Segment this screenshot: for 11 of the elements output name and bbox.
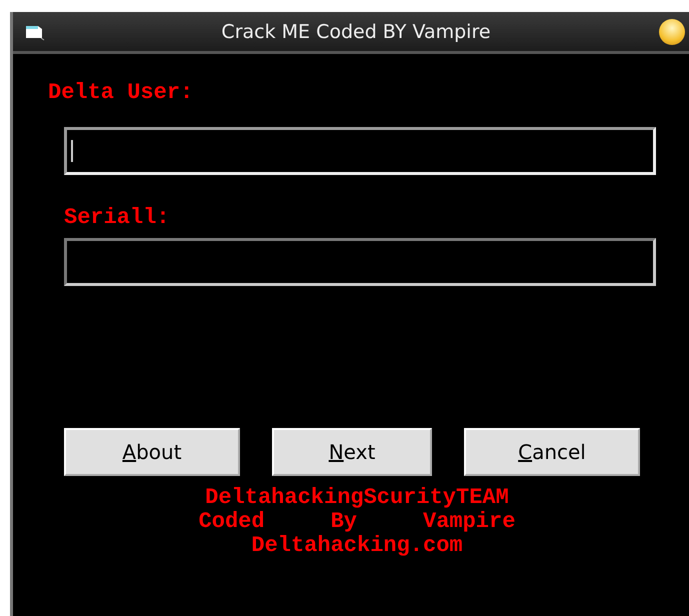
field-label: Seriall:: [64, 205, 170, 230]
dialog-button[interactable]: About: [64, 428, 240, 476]
credit-line: Coded By Vampire: [198, 510, 516, 534]
dialog-button[interactable]: Cancel: [464, 428, 640, 476]
window-title: Crack ME Coded BY Vampire: [220, 20, 492, 42]
minimize-button[interactable]: [659, 18, 685, 44]
credit-line: DeltahackingScurityTEAM: [205, 486, 509, 510]
input-field[interactable]: [64, 238, 656, 286]
credit-line: Deltahacking.com: [251, 534, 463, 558]
field-label: Delta User:: [48, 80, 194, 105]
dialog-button[interactable]: Next: [272, 428, 432, 476]
